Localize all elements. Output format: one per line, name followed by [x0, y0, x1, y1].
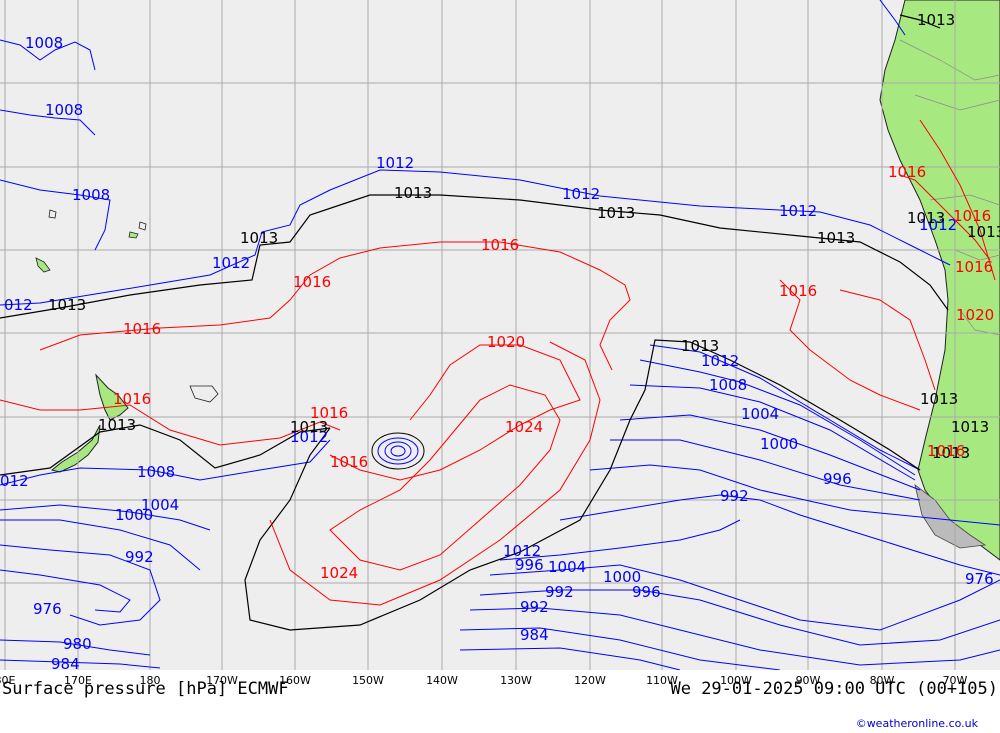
isobar-label: 1016 [293, 273, 331, 291]
isobar-label: 1020 [487, 333, 525, 351]
isobar-label: 1004 [548, 558, 586, 576]
isobar-label: 1008 [709, 376, 747, 394]
isobar-label: 1008 [25, 34, 63, 52]
isobar-label: 1016 [927, 442, 965, 460]
isobar-label: 1012 [376, 154, 414, 172]
isobar-label: 992 [720, 487, 749, 505]
map-title: Surface pressure [hPa] ECMWF [2, 679, 289, 699]
longitude-label: 120W [574, 674, 606, 687]
isobar-label: 012 [0, 472, 29, 490]
isobar-label: 976 [33, 600, 62, 618]
isobar-label: 1013 [920, 390, 958, 408]
longitude-label: 130W [500, 674, 532, 687]
isobar-label: 996 [515, 556, 544, 574]
isobar-label: 1016 [888, 163, 926, 181]
isobar-label: 1016 [310, 404, 348, 422]
isobar-label: 1020 [956, 306, 994, 324]
isobar-label: 992 [125, 548, 154, 566]
longitude-label: 140W [426, 674, 458, 687]
isobar-label: 992 [545, 583, 574, 601]
isobar-label: 1012 [779, 202, 817, 220]
isobar-label: 1013 [394, 184, 432, 202]
isobar-label: 1016 [779, 282, 817, 300]
isobar-label: 984 [520, 626, 549, 644]
isobar-label: 1013 [967, 223, 1000, 241]
isobar-label: 1013 [907, 209, 945, 227]
isobar-label: 992 [520, 598, 549, 616]
isobar-label: 1012 [212, 254, 250, 272]
isobar-label: 1000 [603, 568, 641, 586]
isobar-label: 1016 [330, 453, 368, 471]
longitude-label: 150W [352, 674, 384, 687]
isobar-label: 1016 [955, 258, 993, 276]
credit-link[interactable]: ©weatheronline.co.uk [856, 717, 978, 730]
isobar-label: 1004 [741, 405, 779, 423]
isobar-label: 1016 [123, 320, 161, 338]
isobar-label: 1013 [240, 229, 278, 247]
isobar-label: 1013 [597, 204, 635, 222]
isobar-label: 980 [63, 635, 92, 653]
isobar-label: 1013 [98, 416, 136, 434]
isobar-label: 012 [4, 296, 33, 314]
isobar-label: 1024 [505, 418, 543, 436]
isobar-label: 1008 [45, 101, 83, 119]
isobar-label: 976 [965, 570, 994, 588]
isobar-label: 1013 [681, 337, 719, 355]
isobar-label: 1024 [320, 564, 358, 582]
isobar-label: 1012 [562, 185, 600, 203]
pressure-map: 1008 1008 1008 1012 012 1012 1012 1012 1… [0, 0, 1000, 670]
isobar-label: 1013 [917, 11, 955, 29]
isobar-label: 1008 [72, 186, 110, 204]
isobar-label: 1013 [48, 296, 86, 314]
isobar-label: 1016 [481, 236, 519, 254]
isobar-label: 1013 [951, 418, 989, 436]
isobar-label: 1013 [817, 229, 855, 247]
isobar-label: 1016 [953, 207, 991, 225]
isobar-label: 1016 [113, 390, 151, 408]
isobar-label: 1000 [760, 435, 798, 453]
valid-time: We 29-01-2025 09:00 UTC (00+105) [670, 679, 998, 699]
isobar-label: 1000 [115, 506, 153, 524]
isobar-label: 984 [51, 655, 80, 670]
isobar-label: 996 [823, 470, 852, 488]
isobar-label: 1008 [137, 463, 175, 481]
